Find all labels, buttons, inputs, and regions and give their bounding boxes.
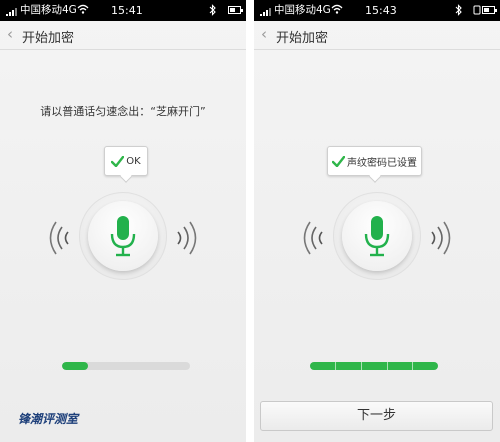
page-title: 开始加密: [22, 31, 75, 46]
carrier-label: 中国移动4G: [20, 4, 77, 16]
signal-icon: [260, 6, 274, 16]
battery-icon: [482, 6, 497, 14]
wifi-icon: [331, 4, 343, 14]
title-bar: ‹ 开始加密: [0, 21, 246, 50]
progress-fill: [62, 362, 88, 370]
status-bubble: OK: [104, 146, 148, 176]
record-button[interactable]: [333, 192, 421, 280]
microphone-icon: [364, 216, 390, 257]
carrier-label: 中国移动4G: [274, 4, 331, 16]
wifi-icon: [77, 4, 89, 14]
status-bubble-text: 声纹密码已设置: [347, 157, 417, 169]
watermark-logo: 锋潮评测室: [18, 412, 79, 426]
check-icon: [332, 155, 345, 167]
status-bubble: 声纹密码已设置: [327, 146, 422, 176]
bluetooth-icon: [455, 4, 462, 16]
clock: 15:41: [111, 4, 143, 17]
signal-icon: [6, 6, 20, 16]
record-button[interactable]: [79, 192, 167, 280]
phone-screen-right: 中国移动4G 15:43 ‹ 开始加密 声纹密码已设置 下一步: [254, 0, 500, 442]
instruction-text: 请以普通话匀速念出：“芝麻开门”: [40, 105, 206, 118]
next-step-button[interactable]: 下一步: [260, 401, 493, 431]
sound-wave-icon: [431, 221, 451, 255]
battery-icon: [228, 6, 243, 14]
status-bar: 中国移动4G 15:43: [254, 0, 500, 21]
sound-wave-icon: [303, 221, 323, 255]
voice-record-area: [302, 192, 452, 290]
phone-screen-left: 中国移动4G 15:41 ‹ 开始加密 请以普通话匀速念出：“芝麻开门” OK: [0, 0, 246, 442]
page-title: 开始加密: [276, 31, 329, 46]
enrollment-progress-bar: [62, 362, 190, 370]
back-chevron-icon[interactable]: ‹: [7, 24, 13, 44]
enrollment-progress-bar: [310, 362, 438, 370]
voice-record-area: [48, 192, 198, 290]
clock: 15:43: [365, 4, 397, 17]
check-icon: [111, 155, 125, 167]
sound-wave-icon: [49, 221, 69, 255]
vibrate-icon: [473, 5, 481, 15]
sound-wave-icon: [177, 221, 197, 255]
title-bar: ‹ 开始加密: [254, 21, 500, 50]
microphone-icon: [110, 216, 136, 257]
back-chevron-icon[interactable]: ‹: [261, 24, 267, 44]
status-bubble-text: OK: [126, 155, 141, 167]
bluetooth-icon: [209, 4, 216, 16]
status-bar: 中国移动4G 15:41: [0, 0, 246, 21]
